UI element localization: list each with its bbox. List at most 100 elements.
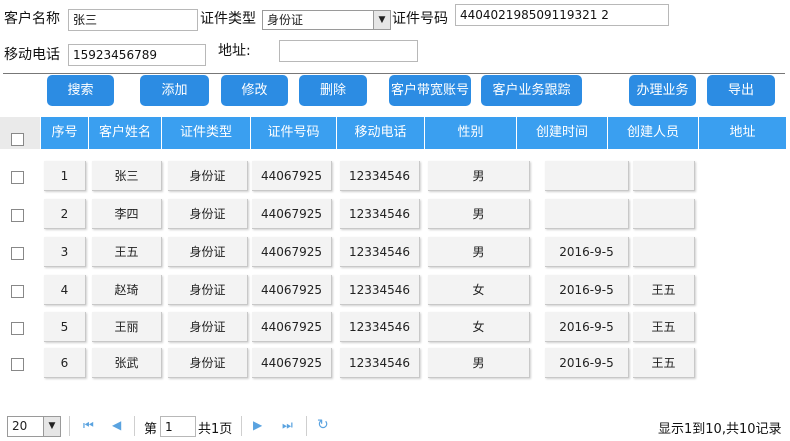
refresh-icon[interactable]: ↻ bbox=[317, 417, 329, 433]
table-cell-no: 2 bbox=[44, 199, 86, 229]
table-cell-phone: 12334546 bbox=[340, 348, 420, 378]
prev-page-icon[interactable]: ◀ bbox=[112, 418, 121, 432]
id-type-select[interactable]: 身份证 ▼ bbox=[262, 10, 391, 30]
table-cell-no: 4 bbox=[44, 275, 86, 305]
table-cell-no: 3 bbox=[44, 237, 86, 267]
table-cell-no: 6 bbox=[44, 348, 86, 378]
table-cell-idtype: 身份证 bbox=[168, 161, 248, 191]
table-cell-no: 5 bbox=[44, 312, 86, 342]
pager-separator bbox=[241, 416, 242, 436]
table-cell-creator bbox=[633, 237, 695, 267]
customer-name-input[interactable]: 张三 bbox=[68, 9, 198, 31]
page-total: 共1页 bbox=[198, 422, 233, 437]
table-cell-phone: 12334546 bbox=[340, 312, 420, 342]
page-size-select[interactable]: 20 ▼ bbox=[7, 416, 61, 437]
next-page-icon[interactable]: ▶ bbox=[253, 418, 262, 432]
id-number-input[interactable]: 440402198509119321 2 bbox=[455, 4, 669, 26]
table-cell-phone: 12334546 bbox=[340, 199, 420, 229]
first-page-icon[interactable]: ⏮ bbox=[83, 418, 94, 433]
table-cell-created: 2016-9-5 bbox=[545, 312, 629, 342]
delete-button[interactable]: 删除 bbox=[299, 75, 367, 106]
header-id-type[interactable]: 证件类型 bbox=[161, 117, 250, 149]
table-cell-sex: 男 bbox=[428, 161, 530, 191]
table-cell-idnum: 44067925 bbox=[252, 199, 332, 229]
broadband-account-button[interactable]: 客户带宽账号 bbox=[389, 75, 471, 106]
table-cell-idnum: 44067925 bbox=[252, 161, 332, 191]
table-cell-name: 赵琦 bbox=[92, 275, 162, 305]
pager-separator bbox=[69, 416, 70, 436]
id-number-value: 440402198509119321 2 bbox=[460, 8, 609, 22]
header-no[interactable]: 序号 bbox=[40, 117, 88, 149]
table-cell-sex: 男 bbox=[428, 237, 530, 267]
table-cell-creator bbox=[633, 199, 695, 229]
table-cell-created: 2016-9-5 bbox=[545, 275, 629, 305]
page-prefix: 第 bbox=[144, 422, 158, 437]
export-button[interactable]: 导出 bbox=[707, 75, 775, 106]
table-cell-phone: 12334546 bbox=[340, 275, 420, 305]
table-cell-idnum: 44067925 bbox=[252, 275, 332, 305]
header-created-time[interactable]: 创建时间 bbox=[516, 117, 607, 149]
table-cell-created: 2016-9-5 bbox=[545, 348, 629, 378]
table-cell-idnum: 44067925 bbox=[252, 237, 332, 267]
page-size-value: 20 bbox=[12, 419, 28, 433]
table-cell-idnum: 44067925 bbox=[252, 312, 332, 342]
address-input[interactable] bbox=[279, 40, 418, 62]
table-cell-created bbox=[545, 199, 629, 229]
table-cell-phone: 12334546 bbox=[340, 237, 420, 267]
handle-business-button[interactable]: 办理业务 bbox=[629, 75, 696, 106]
row-checkbox[interactable] bbox=[11, 171, 24, 184]
toolbar-divider bbox=[3, 73, 785, 74]
id-type-label: 证件类型 bbox=[200, 11, 256, 27]
table-cell-creator: 王五 bbox=[633, 348, 695, 378]
table-cell-name: 李四 bbox=[92, 199, 162, 229]
add-button[interactable]: 添加 bbox=[140, 75, 209, 106]
table-cell-idnum: 44067925 bbox=[252, 348, 332, 378]
row-checkbox[interactable] bbox=[11, 209, 24, 222]
header-address[interactable]: 地址 bbox=[698, 117, 786, 149]
table-cell-idtype: 身份证 bbox=[168, 275, 248, 305]
table-cell-idtype: 身份证 bbox=[168, 348, 248, 378]
header-creator[interactable]: 创建人员 bbox=[607, 117, 698, 149]
table-cell-creator: 王五 bbox=[633, 312, 695, 342]
pager-separator bbox=[134, 416, 135, 436]
header-mobile[interactable]: 移动电话 bbox=[336, 117, 424, 149]
table-cell-name: 张三 bbox=[92, 161, 162, 191]
table-cell-name: 王丽 bbox=[92, 312, 162, 342]
id-number-label: 证件号码 bbox=[392, 11, 448, 27]
chevron-down-icon[interactable]: ▼ bbox=[373, 11, 390, 29]
chevron-down-icon[interactable]: ▼ bbox=[43, 417, 60, 436]
table-cell-idtype: 身份证 bbox=[168, 237, 248, 267]
row-checkbox[interactable] bbox=[11, 358, 24, 371]
business-tracking-button[interactable]: 客户业务跟踪 bbox=[481, 75, 582, 106]
table-cell-sex: 女 bbox=[428, 275, 530, 305]
id-type-value: 身份证 bbox=[267, 13, 304, 27]
edit-button[interactable]: 修改 bbox=[221, 75, 288, 106]
table-cell-name: 张武 bbox=[92, 348, 162, 378]
last-page-icon[interactable]: ⏭ bbox=[282, 418, 293, 433]
table-cell-sex: 女 bbox=[428, 312, 530, 342]
header-sex[interactable]: 性别 bbox=[424, 117, 516, 149]
table-cell-phone: 12334546 bbox=[340, 161, 420, 191]
table-cell-creator bbox=[633, 161, 695, 191]
record-summary: 显示1到10,共10记录 bbox=[658, 422, 782, 437]
table-cell-created: 2016-9-5 bbox=[545, 237, 629, 267]
table-cell-sex: 男 bbox=[428, 348, 530, 378]
table-cell-name: 王五 bbox=[92, 237, 162, 267]
table-cell-no: 1 bbox=[44, 161, 86, 191]
table-cell-sex: 男 bbox=[428, 199, 530, 229]
search-button[interactable]: 搜索 bbox=[47, 75, 114, 106]
row-checkbox[interactable] bbox=[11, 247, 24, 260]
mobile-phone-label: 移动电话 bbox=[4, 47, 60, 63]
customer-name-label: 客户名称 bbox=[4, 11, 60, 27]
header-name[interactable]: 客户姓名 bbox=[88, 117, 161, 149]
row-checkbox[interactable] bbox=[11, 285, 24, 298]
row-checkbox[interactable] bbox=[11, 322, 24, 335]
mobile-phone-input[interactable]: 15923456789 bbox=[68, 44, 206, 66]
table-cell-creator: 王五 bbox=[633, 275, 695, 305]
page-number-input[interactable]: 1 bbox=[160, 416, 196, 437]
address-label: 地址: bbox=[218, 43, 251, 59]
header-id-number[interactable]: 证件号码 bbox=[250, 117, 336, 149]
table-cell-idtype: 身份证 bbox=[168, 199, 248, 229]
table-cell-created bbox=[545, 161, 629, 191]
select-all-checkbox[interactable] bbox=[11, 133, 24, 146]
